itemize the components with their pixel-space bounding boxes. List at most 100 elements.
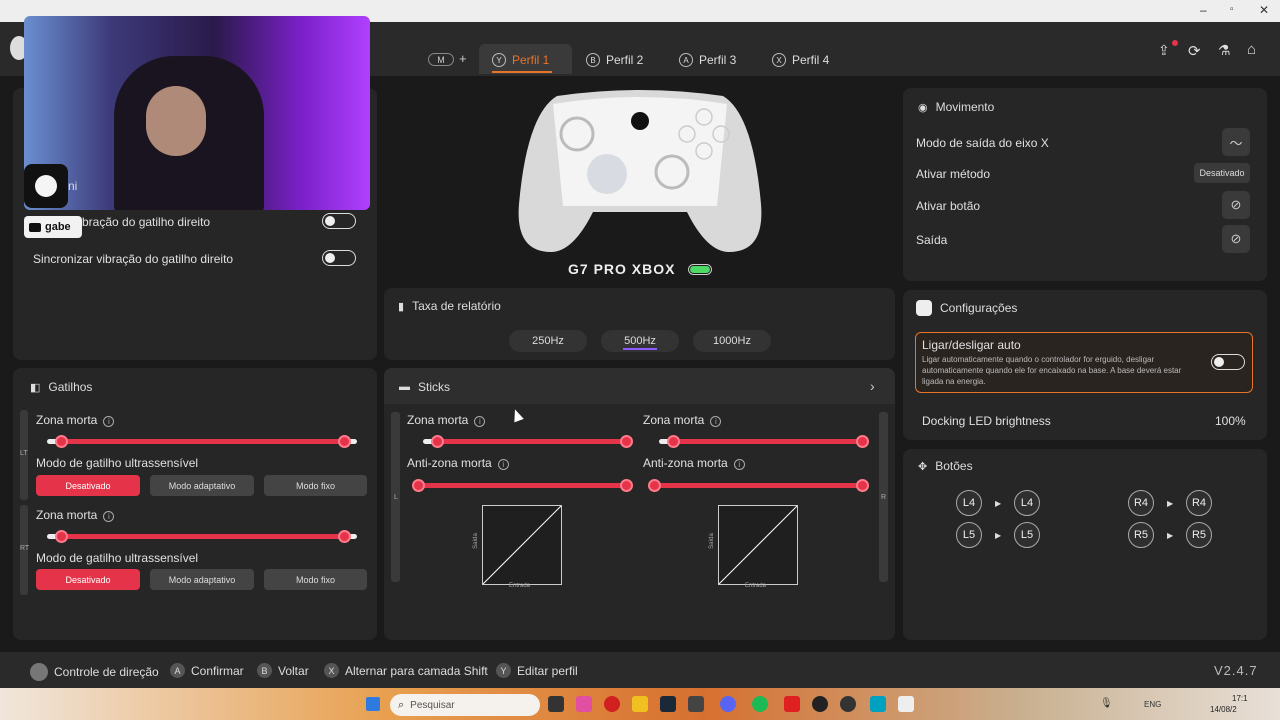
l-anti-deadzone-slider[interactable] <box>412 479 633 492</box>
l4-source[interactable]: L4 <box>956 490 982 516</box>
rate-1000hz[interactable]: 1000Hz <box>693 330 771 352</box>
x-axis-mode-button[interactable]: 〜 <box>1222 128 1250 156</box>
output-picker[interactable]: ⊘ <box>1222 225 1250 253</box>
tab-perfil-3[interactable]: A Perfil 3 <box>679 46 736 74</box>
add-profile-button[interactable]: + <box>459 51 467 66</box>
taskbar-app-icon[interactable] <box>784 696 800 712</box>
slider-knob-min[interactable] <box>648 479 661 492</box>
info-icon[interactable]: i <box>103 511 115 522</box>
slider-knob-max[interactable] <box>338 530 351 543</box>
r-anti-deadzone-slider[interactable] <box>648 479 869 492</box>
tab-perfil-4[interactable]: X Perfil 4 <box>772 46 829 74</box>
auto-power-toggle[interactable] <box>1211 354 1245 370</box>
rt-mode-fixed-button[interactable]: Modo fixo <box>264 569 367 590</box>
tab-m-button[interactable]: M <box>428 53 454 66</box>
lt-deadzone-slider[interactable] <box>47 435 357 448</box>
rt-deadzone-slider[interactable] <box>47 530 357 543</box>
controller-image <box>517 84 763 254</box>
r5-target[interactable]: R5 <box>1186 522 1212 548</box>
docking-led-label: Docking LED brightness <box>922 414 1051 428</box>
slider-knob-max[interactable] <box>856 435 869 448</box>
settings-header: Configurações <box>916 300 1017 316</box>
search-placeholder: Pesquisar <box>410 699 455 711</box>
home-icon[interactable]: ⌂ <box>1247 41 1256 58</box>
sticks-expand-icon[interactable]: › <box>870 378 875 394</box>
clock-time[interactable]: 17:1 <box>1232 694 1248 703</box>
mic-icon[interactable]: 🎙 <box>1100 698 1113 709</box>
info-icon[interactable]: i <box>733 459 745 470</box>
taskbar-app-icon[interactable] <box>870 696 886 712</box>
vibration-row-1-label: bração do gatilho direito <box>82 215 211 229</box>
movement-header: ◉ Movimento <box>918 100 994 114</box>
info-icon[interactable]: i <box>103 416 115 427</box>
rt-mode-adaptive-button[interactable]: Modo adaptativo <box>150 569 254 590</box>
vibration-toggle-1[interactable] <box>322 213 356 229</box>
info-icon[interactable]: i <box>474 416 486 427</box>
taskbar-app-icon[interactable] <box>660 696 676 712</box>
activate-method-value[interactable]: Desativado <box>1194 163 1250 183</box>
flask-icon[interactable]: ⚗ <box>1218 42 1231 59</box>
r-deadzone-label: Zona morta i <box>643 413 722 427</box>
tab-perfil-1[interactable]: Y Perfil 1 <box>492 46 549 74</box>
y-badge: Y <box>492 53 506 67</box>
footer-label: Confirmar <box>191 663 244 678</box>
slider-knob-max[interactable] <box>620 435 633 448</box>
activate-button-picker[interactable]: ⊘ <box>1222 191 1250 219</box>
taskbar-app-icon[interactable] <box>812 696 828 712</box>
lt-mode-adaptive-button[interactable]: Modo adaptativo <box>150 475 254 496</box>
l-output-label: Saída <box>472 533 479 549</box>
lt-mode-fixed-button[interactable]: Modo fixo <box>264 475 367 496</box>
webcam-partial-text: ni <box>68 179 78 193</box>
report-rate-header: ▮ Taxa de relatório <box>398 299 501 313</box>
slider-knob-max[interactable] <box>338 435 351 448</box>
r4-target[interactable]: R4 <box>1186 490 1212 516</box>
slider-knob-max[interactable] <box>856 479 869 492</box>
l-anti-deadzone-label: Anti-zona morta i <box>407 456 509 470</box>
start-icon[interactable] <box>366 697 380 711</box>
vibration-toggle-2[interactable] <box>322 250 356 266</box>
sticks-header: ▬ Sticks <box>399 380 450 394</box>
l4-target[interactable]: L4 <box>1014 490 1040 516</box>
info-icon[interactable]: i <box>497 459 509 470</box>
taskbar-app-icon[interactable] <box>688 696 704 712</box>
r-tag: R <box>881 494 887 501</box>
clock-date[interactable]: 14/08/2 <box>1210 705 1237 714</box>
tab-perfil-2[interactable]: B Perfil 2 <box>586 46 643 74</box>
taskbar-app-icon[interactable] <box>840 696 856 712</box>
lt-mode-off-button[interactable]: Desativado <box>36 475 140 496</box>
tab-label: Perfil 4 <box>792 53 830 67</box>
taskbar-app-icon[interactable] <box>576 696 592 712</box>
taskbar-app-icon[interactable] <box>632 696 648 712</box>
minimize-icon[interactable]: – <box>1200 3 1207 17</box>
taskbar-app-icon[interactable] <box>720 696 736 712</box>
vibration-row-2-label: Sincronizar vibração do gatilho direito <box>33 252 234 266</box>
info-icon[interactable]: i <box>710 416 722 427</box>
l5-source[interactable]: L5 <box>956 522 982 548</box>
slider-knob-min[interactable] <box>667 435 680 448</box>
language-indicator[interactable]: ENG <box>1144 700 1161 709</box>
taskbar-search[interactable]: ⌕ Pesquisar <box>390 694 540 716</box>
slider-knob-min[interactable] <box>412 479 425 492</box>
taskbar-app-icon[interactable] <box>752 696 768 712</box>
taskbar-app-icon[interactable] <box>604 696 620 712</box>
r-anti-deadzone-label: Anti-zona morta i <box>643 456 745 470</box>
refresh-icon[interactable]: ⟳ <box>1188 42 1201 60</box>
slider-knob-min[interactable] <box>55 435 68 448</box>
activate-method-label: Ativar método <box>916 167 991 181</box>
close-icon[interactable]: ✕ <box>1259 3 1269 17</box>
buttons-header: ✥ Botões <box>918 459 973 473</box>
slider-knob-min[interactable] <box>431 435 444 448</box>
rate-250hz[interactable]: 250Hz <box>509 330 587 352</box>
taskbar-app-icon[interactable] <box>548 696 564 712</box>
r4-source[interactable]: R4 <box>1128 490 1154 516</box>
maximize-icon[interactable]: ▫ <box>1230 4 1234 15</box>
r5-source[interactable]: R5 <box>1128 522 1154 548</box>
slider-knob-min[interactable] <box>55 530 68 543</box>
r-deadzone-slider[interactable] <box>659 435 869 448</box>
l5-target[interactable]: L5 <box>1014 522 1040 548</box>
l-deadzone-slider[interactable] <box>423 435 633 448</box>
taskbar-app-icon[interactable] <box>898 696 914 712</box>
report-rate-title: Taxa de relatório <box>412 299 501 313</box>
rt-mode-off-button[interactable]: Desativado <box>36 569 140 590</box>
slider-knob-max[interactable] <box>620 479 633 492</box>
